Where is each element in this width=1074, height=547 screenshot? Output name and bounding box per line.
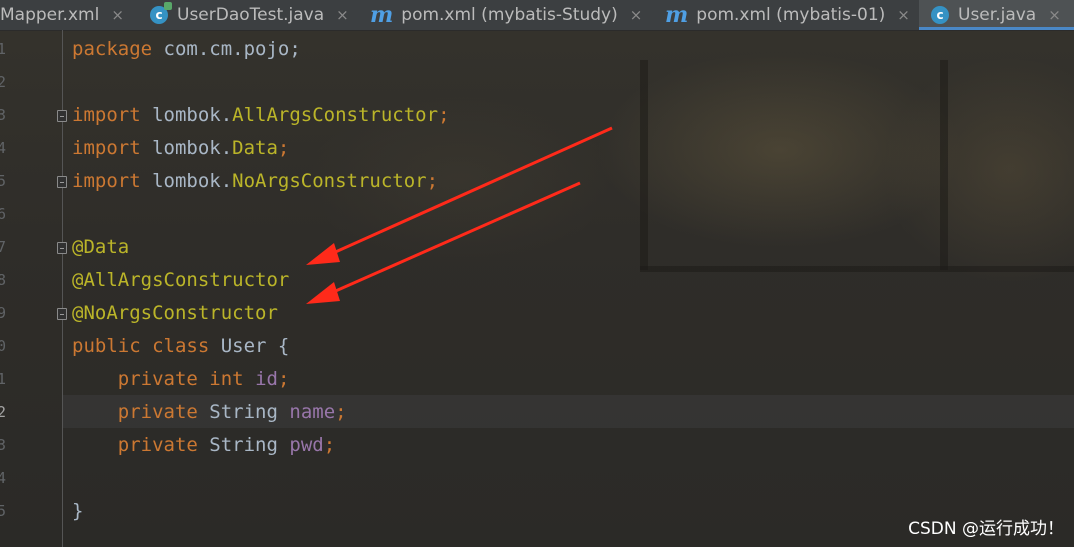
- annotation-arrows: [306, 126, 613, 304]
- red-arrow-icon: [306, 181, 581, 304]
- red-arrow-icon: [306, 126, 613, 265]
- watermark: CSDN @运行成功！: [908, 519, 1064, 539]
